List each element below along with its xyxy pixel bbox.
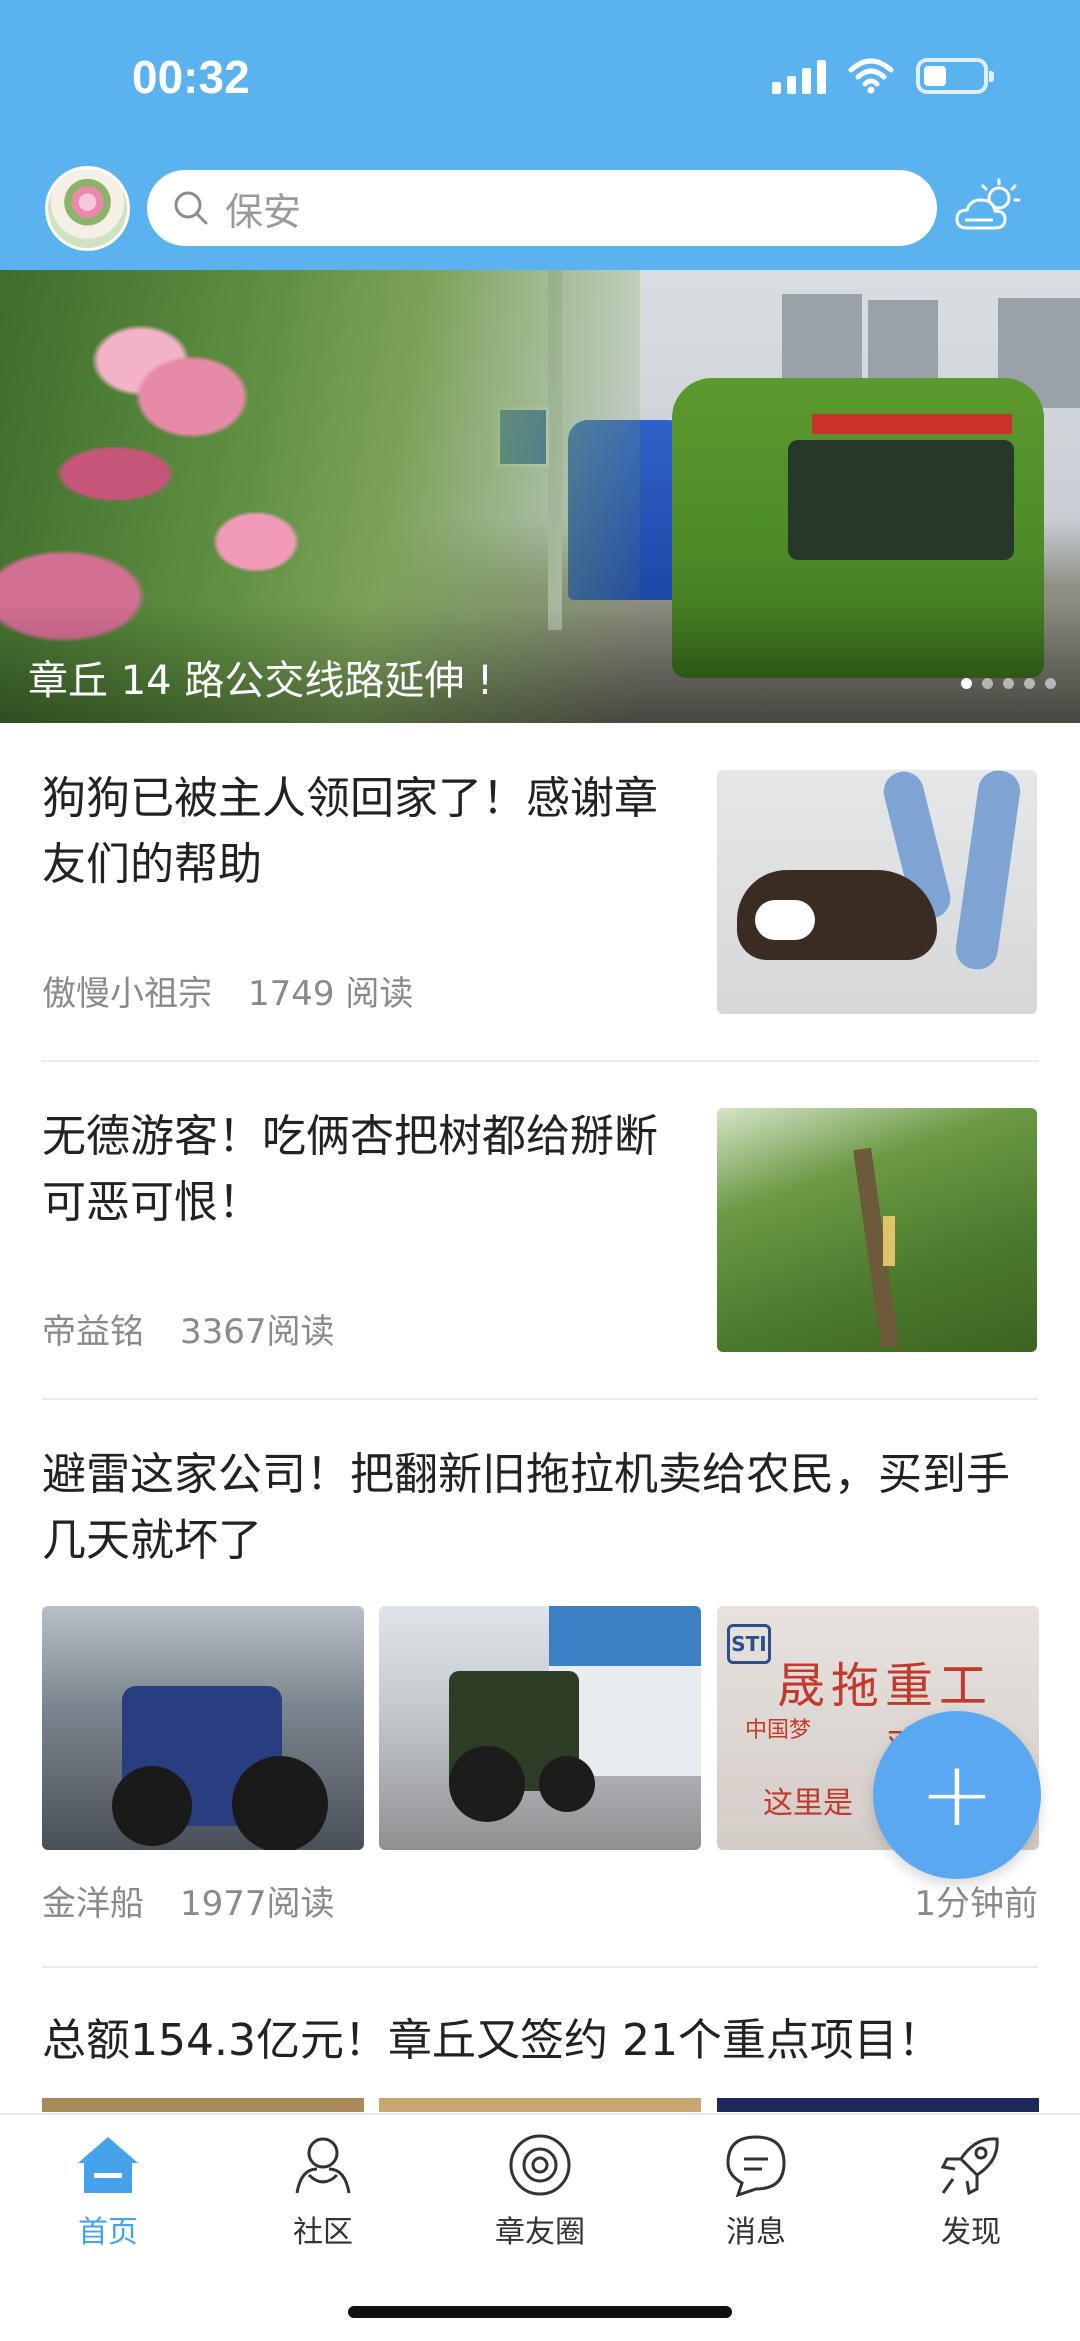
tab-label: 消息 bbox=[726, 2215, 786, 2250]
tab-messages[interactable]: 消息 bbox=[686, 2129, 826, 2251]
status-time: 00:32 bbox=[132, 51, 250, 103]
article-author: 帝益铭 bbox=[42, 1312, 144, 1352]
divider bbox=[42, 1966, 1038, 1968]
article-thumbnail[interactable] bbox=[717, 1108, 1037, 1352]
article-title: 无德游客！吃俩杏把树都给掰断可恶可恨！ bbox=[42, 1111, 658, 1228]
signal-icon bbox=[772, 58, 826, 94]
tab-label: 社区 bbox=[293, 2215, 353, 2250]
article-title: 避雷这家公司！把翻新旧拖拉机卖给农民，买到手几天就坏了 bbox=[42, 1449, 1010, 1566]
tab-community[interactable]: 社区 bbox=[253, 2129, 393, 2251]
article-thumbnail[interactable] bbox=[42, 2098, 364, 2112]
list-item[interactable]: 总额154.3亿元！章丘又签约 21个重点项目！ bbox=[42, 2008, 1038, 2074]
article-thumbnail[interactable] bbox=[379, 2098, 701, 2112]
sign-text: 晟拖重工 bbox=[777, 1658, 994, 1714]
article-thumbnail[interactable] bbox=[42, 1606, 364, 1850]
carousel-dot bbox=[982, 678, 993, 689]
avatar[interactable] bbox=[45, 166, 130, 251]
article-title: 总额154.3亿元！章丘又签约 21个重点项目！ bbox=[42, 2015, 942, 2066]
home-indicator bbox=[348, 2306, 732, 2318]
banner-carousel[interactable]: 章丘 14 路公交线路延伸 ! bbox=[0, 270, 1080, 723]
article-reads: 1977阅读 bbox=[180, 1884, 335, 1924]
article-meta: 傲慢小祖宗 1749 阅读 bbox=[42, 966, 413, 1015]
friends-circle-icon bbox=[509, 2134, 571, 2196]
tab-label: 首页 bbox=[78, 2215, 138, 2250]
article-meta: 帝益铭 3367阅读 bbox=[42, 1304, 335, 1353]
weather-cloud-sun-icon[interactable] bbox=[953, 178, 1023, 238]
battery-icon bbox=[916, 58, 994, 94]
message-icon bbox=[726, 2135, 786, 2198]
home-icon bbox=[78, 2137, 138, 2193]
plus-icon: + bbox=[919, 1742, 995, 1847]
article-time: 1分钟前 bbox=[914, 1884, 1038, 1924]
search-input[interactable]: 保安 bbox=[147, 170, 937, 246]
carousel-dot bbox=[1003, 678, 1014, 689]
status-icons bbox=[772, 58, 994, 94]
carousel-dot bbox=[1024, 678, 1035, 689]
carousel-dot bbox=[1045, 678, 1056, 689]
sign-text: 这里是 bbox=[763, 1786, 853, 1821]
search-icon bbox=[174, 191, 208, 225]
app-header: 00:32 保安 bbox=[0, 0, 1080, 270]
banner-caption: 章丘 14 路公交线路延伸 ! bbox=[28, 658, 494, 704]
tab-friends-circle[interactable]: 章友圈 bbox=[470, 2129, 610, 2251]
company-logo: STI bbox=[727, 1624, 771, 1664]
tab-discover[interactable]: 发现 bbox=[901, 2129, 1041, 2251]
community-icon bbox=[295, 2137, 351, 2194]
carousel-dots bbox=[961, 678, 1056, 689]
create-post-button[interactable]: + bbox=[873, 1711, 1041, 1879]
article-meta: 金洋船 1977阅读 bbox=[42, 1876, 335, 1925]
wifi-icon bbox=[848, 58, 894, 94]
article-title: 狗狗已被主人领回家了！感谢章友们的帮助 bbox=[42, 773, 658, 890]
list-item[interactable]: 避雷这家公司！把翻新旧拖拉机卖给农民，买到手几天就坏了 bbox=[42, 1442, 1038, 1574]
article-thumbnail[interactable] bbox=[379, 1606, 701, 1850]
article-thumbnail[interactable] bbox=[717, 770, 1037, 1014]
divider bbox=[42, 1060, 1038, 1062]
article-thumbnail[interactable] bbox=[717, 2098, 1039, 2112]
article-author: 傲慢小祖宗 bbox=[42, 974, 212, 1014]
rocket-icon bbox=[940, 2137, 999, 2196]
article-reads: 1749 阅读 bbox=[248, 974, 414, 1014]
building bbox=[868, 300, 938, 390]
divider bbox=[42, 1398, 1038, 1400]
article-author: 金洋船 bbox=[42, 1884, 144, 1924]
tab-home[interactable]: 首页 bbox=[38, 2129, 178, 2251]
tab-label: 发现 bbox=[941, 2215, 1001, 2250]
carousel-dot bbox=[961, 678, 972, 689]
sign-text: 中国梦 bbox=[745, 1718, 812, 1743]
article-reads: 3367阅读 bbox=[180, 1312, 335, 1352]
tab-label: 章友圈 bbox=[495, 2215, 585, 2250]
search-placeholder: 保安 bbox=[225, 189, 302, 234]
